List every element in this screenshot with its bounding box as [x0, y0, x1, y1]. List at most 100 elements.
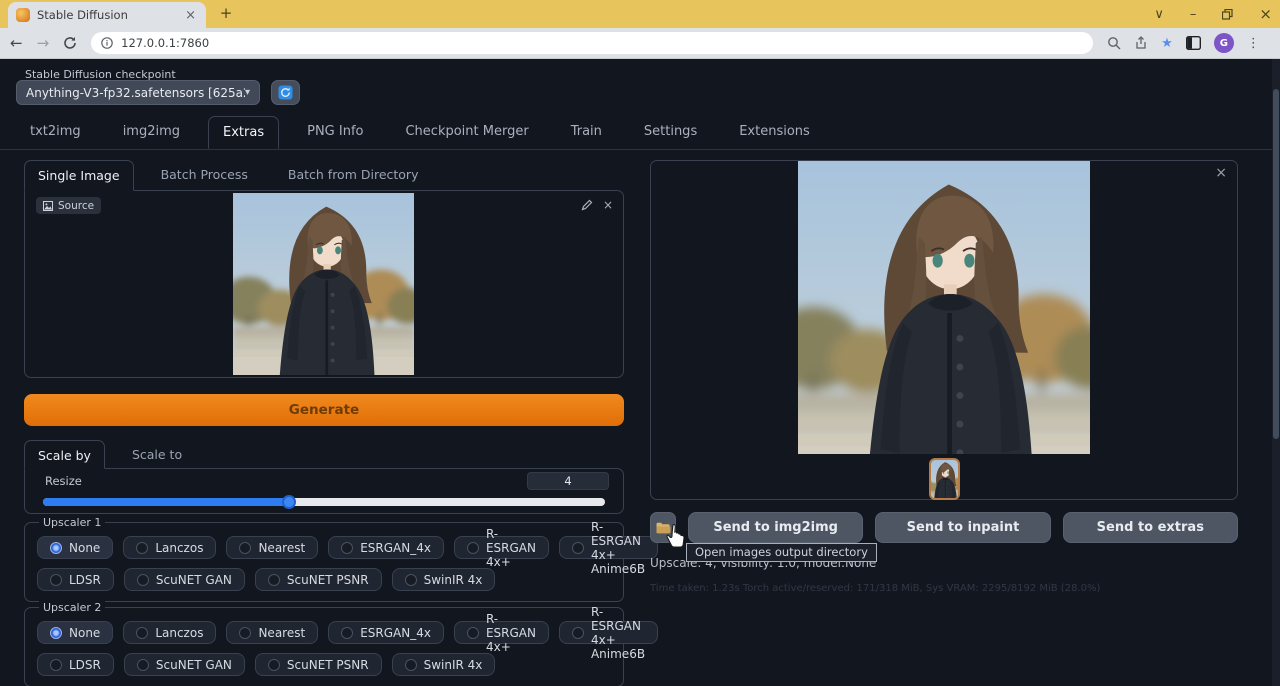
- radio-scunet-gan[interactable]: ScuNET GAN: [123, 568, 245, 591]
- back-button[interactable]: ←: [10, 35, 23, 51]
- window-chevron-icon[interactable]: ∨: [1154, 8, 1164, 21]
- checkpoint-select[interactable]: Anything-V3-fp32.safetensors [625a2ba2] …: [16, 80, 260, 105]
- new-tab-button[interactable]: +: [216, 4, 236, 22]
- site-info-icon[interactable]: [101, 37, 113, 49]
- resize-value-input[interactable]: 4: [527, 472, 609, 490]
- radio-r-esrgan-anime6b[interactable]: R-ESRGAN 4x+ Anime6B: [558, 605, 659, 661]
- radio-icon: [404, 658, 417, 671]
- url-text: 127.0.0.1:7860: [121, 36, 210, 50]
- profile-avatar[interactable]: G: [1213, 33, 1234, 53]
- zoom-icon[interactable]: [1107, 36, 1121, 50]
- edit-pencil-icon[interactable]: [581, 199, 593, 211]
- radio-icon: [239, 541, 252, 554]
- refresh-checkpoints-button[interactable]: [271, 80, 300, 105]
- performance-info-text: Time taken: 1.23s Torch active/reserved:…: [650, 583, 1101, 594]
- radio-scunet-psnr[interactable]: ScuNET PSNR: [254, 653, 382, 676]
- tab-txt2img[interactable]: txt2img: [16, 116, 95, 149]
- browser-menu-icon[interactable]: ⋮: [1247, 36, 1260, 51]
- tab-scale-to[interactable]: Scale to: [119, 440, 195, 469]
- share-icon[interactable]: [1134, 36, 1148, 50]
- radio-lanczos[interactable]: Lanczos: [123, 621, 217, 644]
- radio-icon: [267, 658, 280, 671]
- radio-ldsr[interactable]: LDSR: [37, 653, 114, 676]
- window-close-icon[interactable]: ×: [1259, 6, 1272, 22]
- output-thumbnail-selected[interactable]: [929, 458, 960, 500]
- radio-scunet-gan[interactable]: ScuNET GAN: [123, 653, 245, 676]
- radio-r-esrgan-4x[interactable]: R-ESRGAN 4x+: [453, 612, 549, 654]
- source-actions: ×: [581, 198, 613, 212]
- tab-close-icon[interactable]: ×: [183, 8, 198, 23]
- tab-img2img[interactable]: img2img: [109, 116, 194, 149]
- tab-extras[interactable]: Extras: [208, 116, 280, 149]
- radio-icon: [466, 541, 479, 554]
- slider-handle[interactable]: [282, 495, 297, 509]
- folder-button-tooltip: Open images output directory: [686, 543, 877, 562]
- upscaler-1-row-2: LDSR ScuNET GAN ScuNET PSNR SwinIR 4x: [37, 568, 496, 591]
- upscaler-1-group: Upscaler 1 None Lanczos Nearest ESRGAN_4…: [24, 516, 659, 602]
- radio-icon: [341, 541, 354, 554]
- output-image[interactable]: [798, 161, 1090, 454]
- tab-train[interactable]: Train: [557, 116, 616, 149]
- radio-icon: [50, 541, 62, 554]
- resize-label: Resize: [45, 474, 82, 488]
- tab-batch-process[interactable]: Batch Process: [148, 160, 261, 191]
- radio-none[interactable]: None: [37, 536, 114, 559]
- upscaler-2-label: Upscaler 2: [39, 601, 106, 614]
- scrollbar-thumb[interactable]: [1273, 89, 1279, 439]
- radio-swinir-4x[interactable]: SwinIR 4x: [391, 653, 496, 676]
- gallery-close-icon[interactable]: ×: [1215, 165, 1227, 181]
- forward-button[interactable]: →: [37, 35, 50, 51]
- radio-ldsr[interactable]: LDSR: [37, 568, 114, 591]
- upscaler-2-group: Upscaler 2 None Lanczos Nearest ESRGAN_4…: [24, 601, 659, 686]
- radio-r-esrgan-4x[interactable]: R-ESRGAN 4x+: [453, 527, 549, 569]
- radio-icon: [50, 658, 62, 671]
- radio-swinir-4x[interactable]: SwinIR 4x: [391, 568, 496, 591]
- scale-mode-tabs: Scale by Scale to: [24, 440, 624, 469]
- window-maximize-icon[interactable]: [1222, 8, 1234, 20]
- resize-slider[interactable]: [43, 495, 605, 509]
- radio-icon: [239, 626, 252, 639]
- radio-r-esrgan-anime6b[interactable]: R-ESRGAN 4x+ Anime6B: [558, 520, 659, 576]
- tab-scale-by[interactable]: Scale by: [24, 440, 105, 469]
- bookmark-star-icon[interactable]: ★: [1161, 36, 1173, 51]
- side-panel-icon[interactable]: [1185, 36, 1201, 50]
- generate-button[interactable]: Generate: [24, 394, 624, 426]
- slider-fill: [43, 498, 290, 506]
- browser-tab[interactable]: Stable Diffusion ×: [8, 2, 206, 28]
- tab-extensions[interactable]: Extensions: [725, 116, 824, 149]
- radio-nearest[interactable]: Nearest: [226, 536, 319, 559]
- tab-png-info[interactable]: PNG Info: [293, 116, 377, 149]
- radio-none[interactable]: None: [37, 621, 114, 644]
- radio-scunet-psnr[interactable]: ScuNET PSNR: [254, 568, 382, 591]
- main-tabs: txt2img img2img Extras PNG Info Checkpoi…: [16, 116, 838, 149]
- url-bar[interactable]: 127.0.0.1:7860: [91, 32, 1094, 54]
- reload-button[interactable]: [63, 36, 77, 50]
- radio-icon: [136, 541, 149, 554]
- window-minimize-icon[interactable]: –: [1190, 8, 1197, 21]
- tab-checkpoint-merger[interactable]: Checkpoint Merger: [391, 116, 542, 149]
- radio-icon: [404, 573, 417, 586]
- radio-icon: [50, 626, 62, 639]
- chevron-down-icon: ▾: [244, 87, 250, 98]
- send-to-extras-button[interactable]: Send to extras: [1062, 512, 1238, 543]
- mouse-cursor: [666, 524, 685, 548]
- tab-batch-from-directory[interactable]: Batch from Directory: [275, 160, 432, 191]
- source-image-dropzone[interactable]: Source ×: [24, 190, 624, 378]
- window-controls: ∨ – ×: [1154, 0, 1272, 28]
- radio-esrgan-4x[interactable]: ESRGAN_4x: [328, 536, 444, 559]
- send-to-img2img-button[interactable]: Send to img2img: [688, 512, 864, 543]
- source-chip: Source: [36, 197, 102, 214]
- tab-settings[interactable]: Settings: [630, 116, 711, 149]
- upscaler-1-label: Upscaler 1: [39, 516, 106, 529]
- radio-nearest[interactable]: Nearest: [226, 621, 319, 644]
- radio-esrgan-4x[interactable]: ESRGAN_4x: [328, 621, 444, 644]
- radio-icon: [136, 658, 149, 671]
- radio-lanczos[interactable]: Lanczos: [123, 536, 217, 559]
- source-image: [233, 193, 414, 375]
- tab-single-image[interactable]: Single Image: [24, 160, 134, 191]
- send-to-inpaint-button[interactable]: Send to inpaint: [875, 512, 1051, 543]
- clear-image-icon[interactable]: ×: [603, 198, 613, 212]
- radio-icon: [136, 626, 149, 639]
- radio-icon: [341, 626, 354, 639]
- page-scrollbar[interactable]: [1272, 59, 1280, 686]
